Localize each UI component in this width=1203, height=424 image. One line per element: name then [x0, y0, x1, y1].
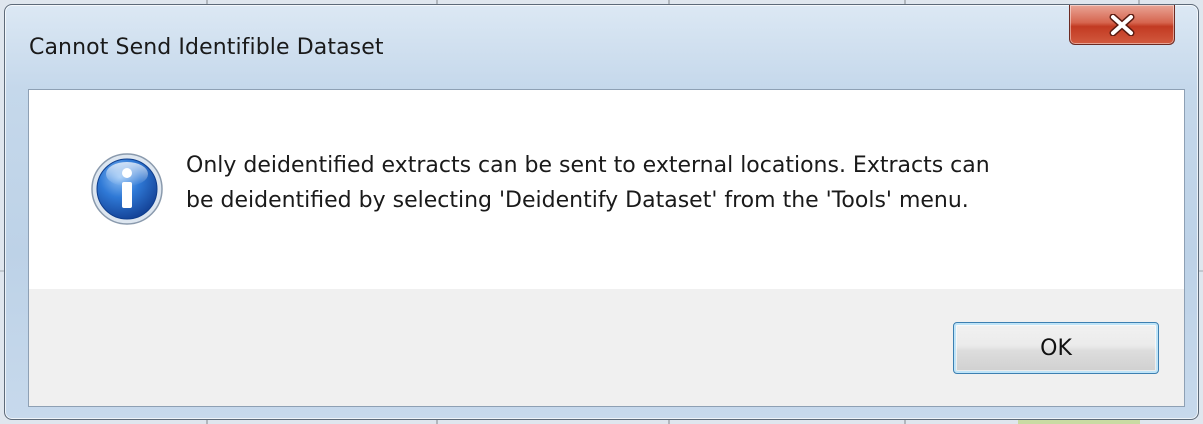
message-dialog: Cannot Send Identifible Dataset Only dei…	[4, 4, 1199, 420]
message-line: Only deidentified extracts can be sent t…	[186, 153, 990, 178]
close-button[interactable]	[1069, 5, 1175, 45]
information-icon	[91, 153, 163, 225]
dialog-title: Cannot Send Identifible Dataset	[29, 35, 384, 60]
dialog-client-area: Only deidentified extracts can be sent t…	[28, 89, 1185, 407]
close-icon	[1109, 13, 1135, 36]
ok-button[interactable]: OK	[953, 322, 1159, 374]
message-line: be deidentified by selecting 'Deidentify…	[186, 188, 969, 213]
dialog-message: Only deidentified extracts can be sent t…	[186, 148, 1146, 218]
message-area: Only deidentified extracts can be sent t…	[29, 90, 1184, 289]
